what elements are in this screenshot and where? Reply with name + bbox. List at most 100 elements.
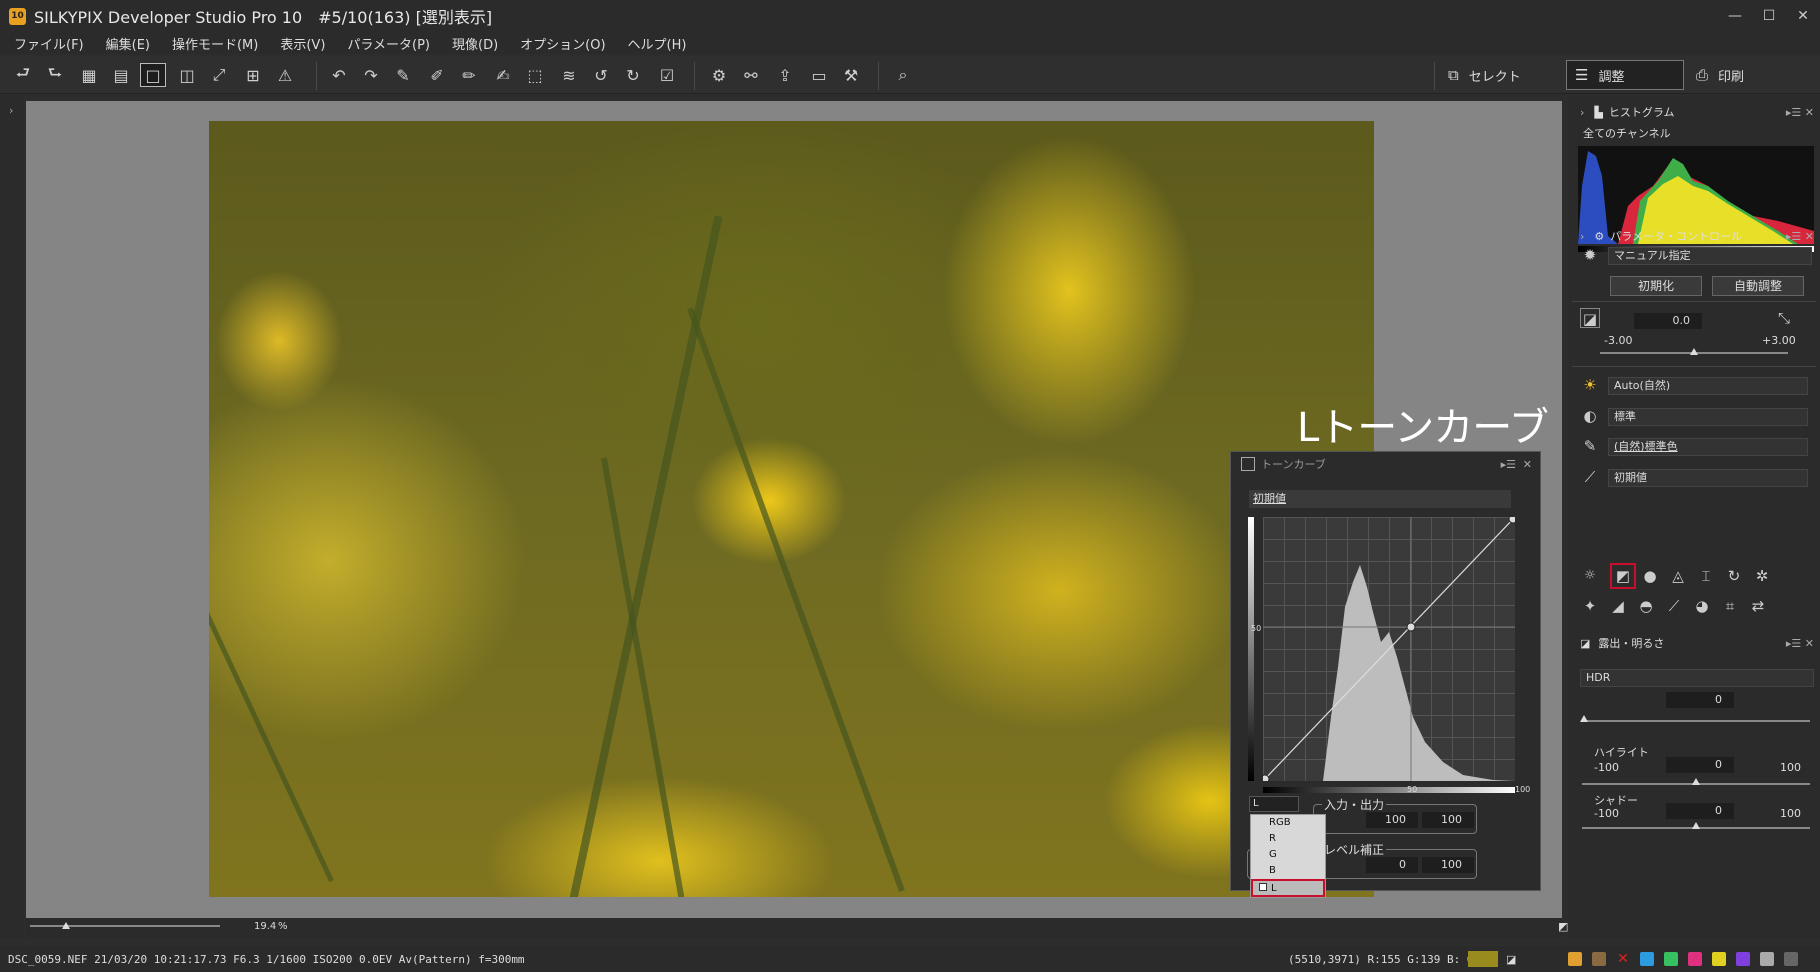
monitor-icon[interactable]: ▭ <box>806 63 832 87</box>
exposure-value-field[interactable]: 0.0 <box>1634 313 1702 329</box>
maximize-button[interactable]: ☐ <box>1752 0 1786 32</box>
yellow-tag-icon[interactable] <box>1712 952 1726 966</box>
color-tool-icon[interactable]: ◕ <box>1692 596 1712 616</box>
loupe-grid-icon[interactable]: ⊞ <box>240 63 266 87</box>
hdr-slider-thumb[interactable] <box>1580 715 1588 722</box>
white-balance-select[interactable]: Auto(自然) <box>1608 377 1808 395</box>
effects-tool-icon[interactable]: ✲ <box>1752 566 1772 586</box>
sharpness-select[interactable]: 初期値 <box>1608 469 1808 487</box>
zoom-slider-thumb[interactable] <box>62 922 70 929</box>
develop-icon[interactable]: ⚙ <box>706 63 732 87</box>
rotate-left-icon[interactable]: ↺ <box>588 63 614 87</box>
mode-adjust-button[interactable]: ☰ 調整 <box>1566 60 1684 90</box>
menu-edit[interactable]: 編集(E) <box>106 34 150 53</box>
collapse-arrow-icon[interactable]: › <box>1580 106 1584 119</box>
output-value-field[interactable]: 100 <box>1422 812 1474 828</box>
rotate-right-icon[interactable]: ↻ <box>620 63 646 87</box>
filmstrip-view-icon[interactable]: ▤ <box>108 63 134 87</box>
grid-view-icon[interactable]: ▦ <box>76 63 102 87</box>
collapse-arrow-icon-2[interactable]: › <box>1580 230 1584 243</box>
zoom-value[interactable]: 19.4 <box>254 921 276 932</box>
highlight-value-field[interactable]: 0 <box>1666 757 1734 773</box>
copy-param-icon[interactable]: ✐ <box>424 63 450 87</box>
histogram-header[interactable]: › ▙ ヒストグラム ▸☰ ✕ <box>1568 102 1820 122</box>
blue-tag-icon[interactable] <box>1640 952 1654 966</box>
export-icon[interactable]: ⇪ <box>772 63 798 87</box>
minimize-button[interactable]: — <box>1718 0 1752 32</box>
color-select[interactable]: (自然)標準色 <box>1608 438 1808 456</box>
single-view-icon[interactable]: □ <box>140 63 166 87</box>
lock-tag-icon[interactable] <box>1784 952 1798 966</box>
tone-curve-graph[interactable] <box>1263 517 1515 781</box>
level-high-field[interactable]: 100 <box>1422 857 1474 873</box>
input-value-field[interactable]: 100 <box>1366 812 1418 828</box>
layers-icon[interactable]: ≋ <box>556 63 582 87</box>
wedge-tool-icon[interactable]: ◢ <box>1608 596 1628 616</box>
brightness-tool-icon[interactable]: ☼ <box>1580 566 1600 586</box>
color-pipette-icon[interactable]: ✎ <box>1580 436 1600 456</box>
redo-icon[interactable]: ↷ <box>358 63 384 87</box>
shadow-slider-thumb[interactable] <box>1692 822 1700 829</box>
param-control-header[interactable]: › ⚙ パラメータ・コントロール ▸☰ ✕ <box>1568 226 1820 246</box>
prev-image-icon[interactable]: ⮐ <box>10 63 36 87</box>
param-mode-select[interactable]: マニュアル指定 <box>1608 247 1812 265</box>
auto-adjust-button[interactable]: 自動調整 <box>1712 276 1804 296</box>
menu-view[interactable]: 表示(V) <box>280 34 325 53</box>
next-image-icon[interactable]: ⮑ <box>42 63 68 87</box>
fish-eye-tool-icon[interactable]: ◓ <box>1636 596 1656 616</box>
level-low-field[interactable]: 0 <box>1366 857 1418 873</box>
retouch-tool-icon[interactable]: ✦ <box>1580 596 1600 616</box>
transform-tool-icon[interactable]: ⇄ <box>1748 596 1768 616</box>
level-tool-icon[interactable]: ⌶ <box>1696 566 1716 586</box>
menu-file[interactable]: ファイル(F) <box>14 34 84 53</box>
panel-menu-icon[interactable]: ▸☰ <box>1501 458 1516 471</box>
panel-controls-icon-3[interactable]: ▸☰ ✕ <box>1786 637 1814 650</box>
white-balance-icon[interactable]: ☀ <box>1580 375 1600 395</box>
folder-tag-icon[interactable] <box>1592 952 1606 966</box>
hdr-value-field[interactable]: 0 <box>1666 692 1734 708</box>
panel-controls-icon-2[interactable]: ▸☰ ✕ <box>1786 230 1814 243</box>
pixel-color-icon[interactable]: ◪ <box>1506 953 1516 966</box>
rotate-tool-icon[interactable]: ↻ <box>1724 566 1744 586</box>
shadow-value-field[interactable]: 0 <box>1666 803 1734 819</box>
channel-option-rgb[interactable]: RGB <box>1251 815 1325 831</box>
reject-tag-icon[interactable]: ✕ <box>1616 952 1630 966</box>
channel-option-g[interactable]: G <box>1251 847 1325 863</box>
menu-develop[interactable]: 現像(D) <box>452 34 498 53</box>
compare-view-icon[interactable]: ◫ <box>174 63 200 87</box>
menu-parameter[interactable]: パラメータ(P) <box>347 34 430 53</box>
panel-close-icon[interactable]: ✕ <box>1523 458 1532 471</box>
menu-mode[interactable]: 操作モード(M) <box>172 34 258 53</box>
tool-icon[interactable]: ⚒ <box>838 63 864 87</box>
channel-option-l[interactable]: L <box>1251 879 1325 897</box>
exposure-panel-header[interactable]: ◪ 露出・明るさ ▸☰ ✕ <box>1568 633 1820 653</box>
mode-print-button[interactable]: ⎙ 印刷 <box>1696 60 1744 90</box>
hdr-slider[interactable] <box>1582 720 1810 722</box>
pipette-icon[interactable]: ✎ <box>390 63 416 87</box>
photo-image[interactable] <box>209 121 1374 897</box>
paste-param-icon[interactable]: ✏ <box>456 63 482 87</box>
gray-tag-icon[interactable] <box>1760 952 1774 966</box>
menu-help[interactable]: ヘルプ(H) <box>628 34 687 53</box>
sharpness-icon[interactable]: ⟋ <box>1580 467 1600 487</box>
hdr-select[interactable]: HDR <box>1580 669 1814 687</box>
gradient-tool-icon[interactable]: ◬ <box>1668 566 1688 586</box>
reset-button[interactable]: 初期化 <box>1610 276 1702 296</box>
fullscreen-icon[interactable]: ⤢ <box>206 63 232 87</box>
crop-tool-icon[interactable]: ⌗ <box>1720 596 1740 616</box>
pink-tag-icon[interactable] <box>1688 952 1702 966</box>
search-icon[interactable]: ⌕ <box>890 63 916 87</box>
tone-curve-tool-icon[interactable]: ◩ <box>1610 563 1636 589</box>
tone-curve-preset-select[interactable]: 初期値 <box>1249 490 1511 508</box>
exposure-slider-thumb[interactable] <box>1690 348 1698 355</box>
exposure-icon[interactable]: ◪ <box>1580 308 1600 328</box>
mode-select-button[interactable]: ⧉ セレクト <box>1448 60 1521 90</box>
contrast-icon[interactable]: ◐ <box>1580 406 1600 426</box>
purple-tag-icon[interactable] <box>1736 952 1750 966</box>
navigator-icon[interactable]: ◩ <box>1558 920 1568 933</box>
channel-select[interactable]: L <box>1249 796 1299 812</box>
exposure-option-icon[interactable]: ⤡ <box>1774 308 1794 328</box>
settings-gear-icon[interactable]: ✹ <box>1580 245 1600 265</box>
sphere-tool-icon[interactable]: ● <box>1640 566 1660 586</box>
crop-icon[interactable]: ⬚ <box>522 63 548 87</box>
